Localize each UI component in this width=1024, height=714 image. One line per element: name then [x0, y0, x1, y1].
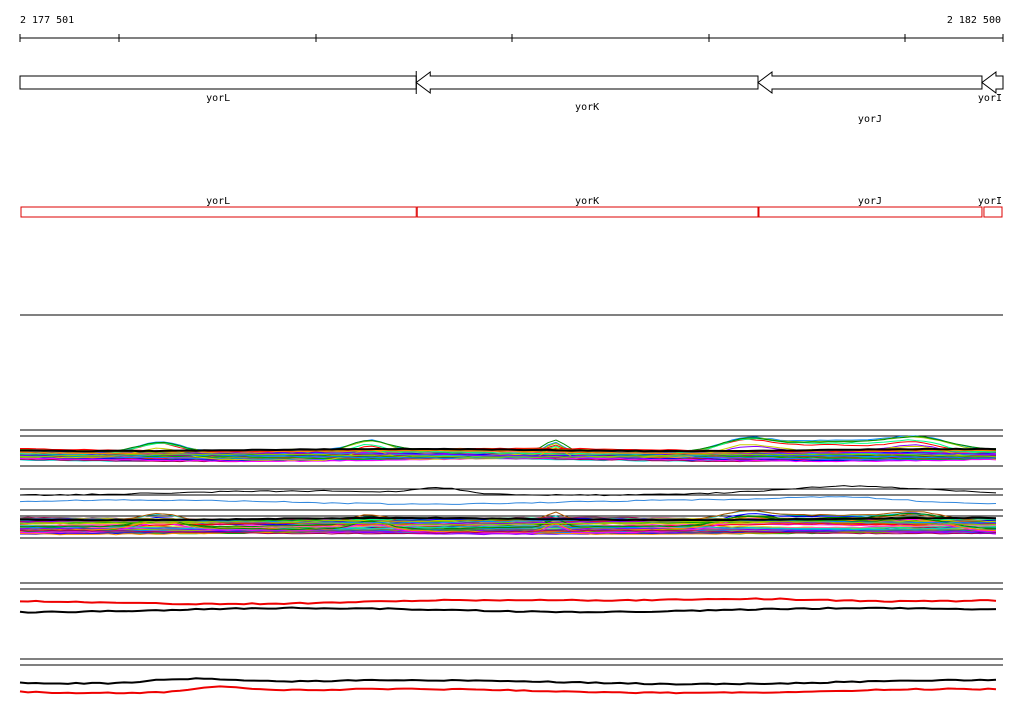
expression-series-line	[19, 606, 997, 614]
gene-label-yorK: yorK	[575, 102, 599, 113]
gene-arrow-yorK	[415, 71, 759, 94]
gene-track: yorL yorK yorJ yorI	[19, 71, 1004, 125]
genome-browser-view: 2 177 501 2 182 500 yorL yorK yorJ yorI yor…	[19, 15, 1004, 695]
coordinate-ruler: 2 177 501 2 182 500	[19, 15, 1004, 42]
gene-label-yorL: yorL	[206, 93, 230, 104]
gene-label-yorI: yorI	[978, 93, 1002, 104]
annotation-label-yorJ: yorJ	[858, 196, 882, 207]
expression-summary-track-2	[19, 582, 1003, 614]
gene-arrow-yorI	[981, 71, 1004, 94]
gene-arrow-yorL	[19, 75, 417, 90]
expression-summary-track-1	[19, 485, 1003, 505]
gene-arrow-yorJ	[757, 71, 983, 94]
expression-series-line	[19, 677, 997, 686]
annotation-label-yorI: yorI	[978, 196, 1002, 207]
annotation-label-yorL: yorL	[206, 196, 230, 207]
expression-series-line	[19, 496, 997, 505]
annotation-box-yorK	[416, 206, 759, 218]
annotation-track: yorL yorK yorJ yorI	[20, 196, 1003, 218]
expression-series-line	[19, 597, 997, 606]
expression-series-line	[19, 685, 997, 695]
gene-label-yorJ: yorJ	[858, 114, 882, 125]
expression-profiles-track-2	[19, 509, 1003, 539]
ruler-start-label: 2 177 501	[20, 15, 74, 26]
expression-profiles-track-1	[19, 429, 1003, 467]
expression-series-line	[19, 485, 997, 497]
annotation-box-yorL	[20, 206, 417, 218]
annotation-box-yorI	[983, 206, 1003, 218]
ruler-end-label: 2 182 500	[947, 15, 1001, 26]
expression-summary-track-3	[19, 658, 1003, 695]
annotation-box-yorJ	[758, 206, 983, 218]
annotation-label-yorK: yorK	[575, 196, 599, 207]
